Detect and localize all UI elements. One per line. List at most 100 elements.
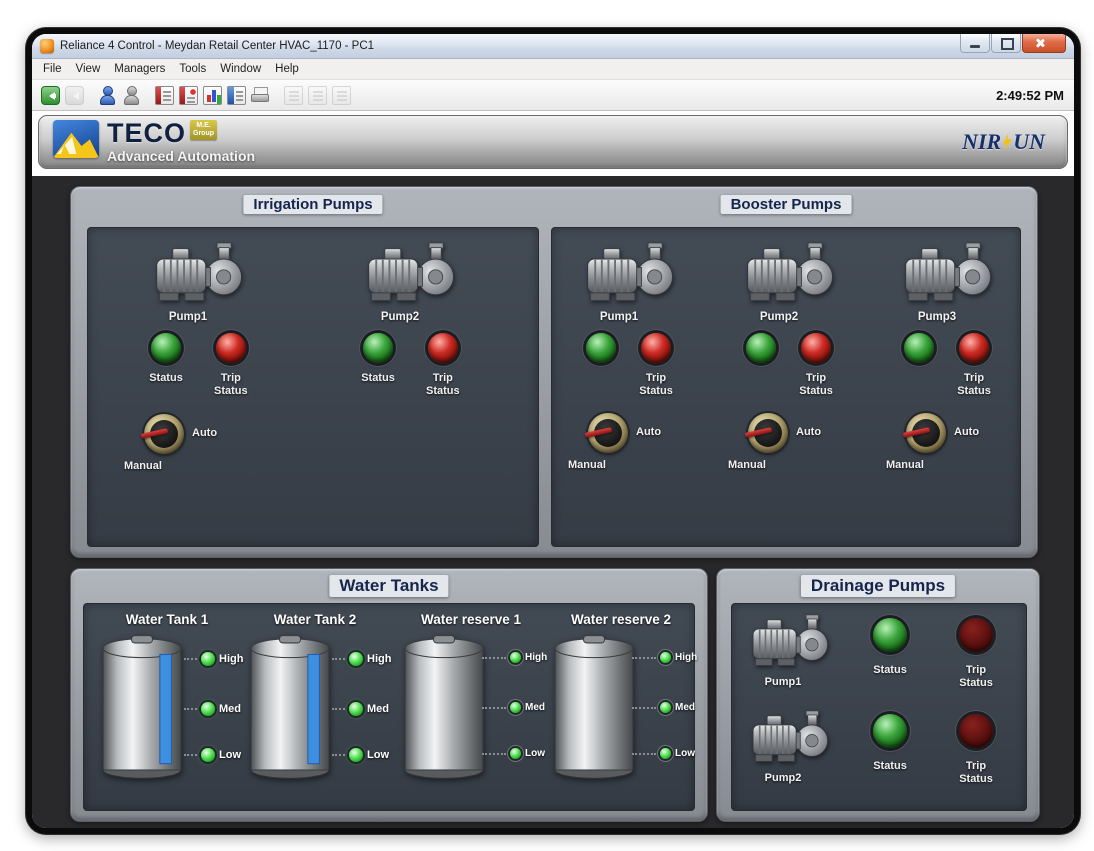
- pump-icon: [744, 614, 840, 672]
- booster-panel: Booster Pumps Pump1 Trip Status: [551, 195, 1021, 547]
- event-log-icon: [179, 86, 198, 105]
- dotted-connector: [332, 754, 345, 756]
- tank-icon: [100, 632, 184, 782]
- menu-help[interactable]: Help: [268, 61, 306, 77]
- auto-manual-switch[interactable]: [906, 413, 946, 453]
- forward-button: [62, 83, 86, 107]
- high-level-light: [660, 652, 671, 663]
- pump-name: Pump2: [724, 311, 860, 323]
- nirsun-text-left: NIR: [962, 129, 1001, 155]
- tank-icon: [402, 632, 486, 782]
- minimize-button[interactable]: [960, 34, 990, 53]
- menu-view[interactable]: View: [69, 61, 108, 77]
- manual-label: Manual: [124, 460, 162, 472]
- high-label: High: [675, 652, 697, 663]
- water-tanks-body: Water Tank 1 High Med Low: [83, 603, 695, 811]
- tank-icon: [248, 632, 332, 782]
- logoff-user-button[interactable]: [119, 83, 143, 107]
- med-label: Med: [219, 703, 241, 715]
- reports-icon: [227, 86, 246, 105]
- booster-title: Booster Pumps: [721, 195, 852, 214]
- back-button[interactable]: [38, 83, 62, 107]
- pump-name: Pump3: [882, 311, 1018, 323]
- dotted-connector: [332, 708, 345, 710]
- tank-icon: [552, 632, 636, 782]
- nirsun-logo: NIR UN: [962, 129, 1045, 155]
- script-1-button: [281, 83, 305, 107]
- trends-button[interactable]: [200, 83, 224, 107]
- low-level-light: [510, 748, 521, 759]
- teco-tagline: Advanced Automation: [107, 148, 255, 164]
- window-controls: [959, 34, 1066, 53]
- high-level-light: [510, 652, 521, 663]
- low-label: Low: [367, 749, 389, 761]
- auto-manual-switch[interactable]: [588, 413, 628, 453]
- irrigation-title: Irrigation Pumps: [243, 195, 382, 214]
- trends-icon: [203, 86, 222, 105]
- reports-button[interactable]: [224, 83, 248, 107]
- auto-label: Auto: [636, 426, 661, 438]
- titlebar[interactable]: Reliance 4 Control - Meydan Retail Cente…: [32, 34, 1074, 59]
- water-tanks-title: Water Tanks: [329, 575, 448, 597]
- app-icon: [40, 39, 54, 53]
- print-button[interactable]: [248, 83, 272, 107]
- pump-status-light: [746, 333, 776, 363]
- manual-label: Manual: [568, 459, 606, 471]
- water-tanks-panel: Water Tanks Water Tank 1 High Med: [70, 568, 708, 822]
- alarm-log-button[interactable]: [152, 83, 176, 107]
- menu-tools[interactable]: Tools: [172, 61, 213, 77]
- pump-name: Pump1: [564, 311, 700, 323]
- low-level-light: [349, 748, 363, 762]
- back-icon: [41, 86, 60, 105]
- teco-brand-text: TECO: [107, 120, 186, 147]
- menu-managers[interactable]: Managers: [107, 61, 172, 77]
- close-button[interactable]: [1022, 34, 1066, 53]
- menu-window[interactable]: Window: [213, 61, 268, 77]
- dotted-connector: [482, 657, 506, 659]
- pump-trip-light: [428, 333, 458, 363]
- low-label: Low: [675, 748, 695, 759]
- status-label: Status: [858, 760, 922, 773]
- tank-name: Water Tank 2: [242, 612, 388, 627]
- pump-trip-light: [801, 333, 831, 363]
- med-label: Med: [367, 703, 389, 715]
- pump-icon: [363, 242, 463, 308]
- pump-name: Pump1: [740, 676, 844, 688]
- high-label: High: [219, 653, 243, 665]
- med-level-light: [349, 702, 363, 716]
- manual-label: Manual: [728, 459, 766, 471]
- forward-icon: [65, 86, 84, 105]
- teco-badge-top: M.E.: [196, 122, 210, 129]
- high-label: High: [525, 652, 547, 663]
- dotted-connector: [632, 657, 656, 659]
- menu-file[interactable]: File: [36, 61, 69, 77]
- maximize-button[interactable]: [991, 34, 1021, 53]
- auto-label: Auto: [796, 426, 821, 438]
- booster-pump3-switch-group: Auto Manual: [884, 413, 1004, 477]
- print-icon: [251, 86, 270, 105]
- status-label: Status: [858, 664, 922, 677]
- auto-manual-switch[interactable]: [748, 413, 788, 453]
- logoff-user-icon: [122, 86, 141, 105]
- drainage-title: Drainage Pumps: [801, 575, 955, 597]
- teco-logo: TECO M.E. Group Advanced Automation: [53, 120, 255, 164]
- auto-label: Auto: [192, 427, 217, 439]
- low-level-light: [201, 748, 215, 762]
- dotted-connector: [482, 753, 506, 755]
- water-reserve2-group: Water reserve 2 High Med Low: [546, 612, 696, 790]
- booster-pump3-group: Pump3 Trip Status: [882, 242, 1018, 477]
- event-log-button[interactable]: [176, 83, 200, 107]
- toolbar: 2:49:52 PM: [32, 80, 1074, 111]
- trip-status-label: Trip Status: [634, 372, 678, 397]
- pump-status-light: [904, 333, 934, 363]
- auto-manual-switch[interactable]: [144, 414, 184, 454]
- login-user-button[interactable]: [95, 83, 119, 107]
- login-user-icon: [98, 86, 117, 105]
- booster-panel-body: Pump1 Trip Status: [551, 227, 1021, 547]
- pump-icon: [900, 242, 1000, 308]
- pumps-panel: Irrigation Pumps Pump1 Status: [70, 186, 1038, 558]
- tank-name: Water reserve 2: [546, 612, 696, 627]
- toolbar-icons: [38, 83, 353, 107]
- irrigation-panel: Irrigation Pumps Pump1 Status: [87, 195, 539, 547]
- pump-icon: [582, 242, 682, 308]
